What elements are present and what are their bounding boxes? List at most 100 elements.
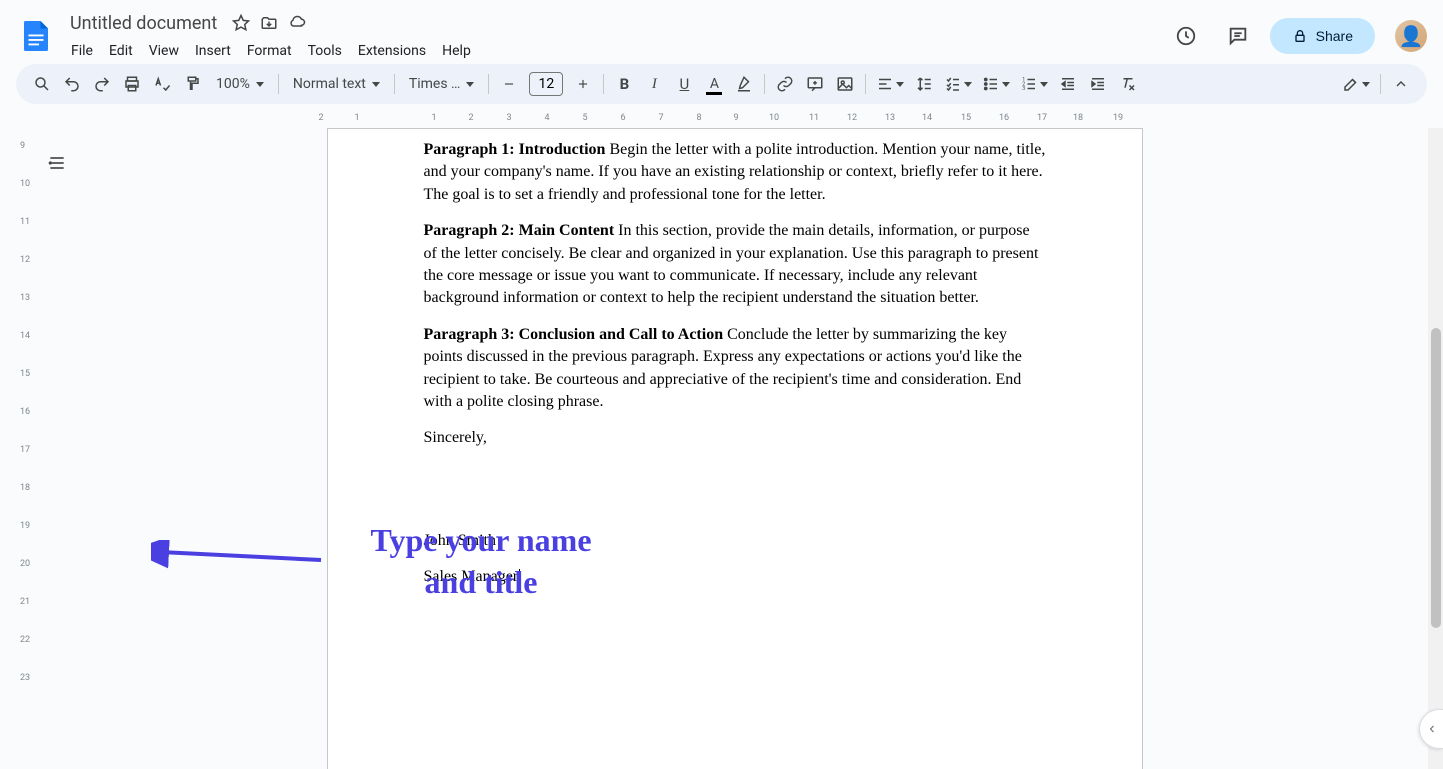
ruler-tick: 11 bbox=[20, 217, 30, 227]
bold-button[interactable]: B bbox=[610, 70, 638, 98]
ruler-tick: 1 bbox=[354, 113, 359, 123]
move-icon[interactable] bbox=[259, 13, 279, 33]
ruler-tick: 19 bbox=[1113, 113, 1123, 123]
ruler-tick: 13 bbox=[885, 113, 895, 123]
ruler-tick: 15 bbox=[961, 113, 971, 123]
share-button[interactable]: Share bbox=[1270, 18, 1375, 54]
insert-link-button[interactable] bbox=[771, 70, 799, 98]
ruler-tick: 3 bbox=[506, 113, 511, 123]
share-label: Share bbox=[1316, 28, 1353, 44]
ruler-tick: 16 bbox=[999, 113, 1009, 123]
menu-file[interactable]: File bbox=[64, 39, 100, 63]
ruler-tick: 18 bbox=[20, 483, 30, 493]
insert-image-button[interactable] bbox=[831, 70, 859, 98]
ruler-tick: 6 bbox=[620, 113, 625, 123]
menu-view[interactable]: View bbox=[142, 39, 186, 63]
lock-icon bbox=[1292, 28, 1308, 44]
user-avatar[interactable]: 👤 bbox=[1395, 20, 1427, 52]
signature-name[interactable]: John Smith bbox=[424, 530, 1046, 552]
italic-button[interactable]: I bbox=[640, 70, 668, 98]
docs-logo[interactable] bbox=[16, 16, 56, 56]
paint-format-icon[interactable] bbox=[178, 70, 206, 98]
ruler-tick: 11 bbox=[809, 113, 819, 123]
menu-help[interactable]: Help bbox=[435, 39, 478, 63]
cloud-status-icon[interactable] bbox=[287, 13, 307, 33]
checklist-button[interactable] bbox=[940, 70, 976, 98]
paragraph-3[interactable]: Paragraph 3: Conclusion and Call to Acti… bbox=[424, 324, 1046, 414]
chevron-down-icon bbox=[1002, 82, 1010, 87]
ruler-tick: 23 bbox=[20, 673, 30, 683]
star-icon[interactable] bbox=[231, 13, 251, 33]
underline-button[interactable]: U bbox=[670, 70, 698, 98]
ruler-tick: 4 bbox=[544, 113, 549, 123]
ruler-tick: 14 bbox=[922, 113, 932, 123]
decrease-font-size-button[interactable] bbox=[495, 70, 523, 98]
ruler-tick: 8 bbox=[696, 113, 701, 123]
menubar: File Edit View Insert Format Tools Exten… bbox=[64, 39, 1166, 63]
chevron-down-icon bbox=[1362, 82, 1370, 87]
increase-indent-button[interactable] bbox=[1084, 70, 1112, 98]
font-family-select[interactable]: Times … bbox=[401, 70, 483, 98]
comments-icon[interactable] bbox=[1218, 16, 1258, 56]
chevron-down-icon bbox=[896, 82, 904, 87]
vertical-scrollbar[interactable] bbox=[1428, 128, 1443, 769]
ruler-tick: 7 bbox=[658, 113, 663, 123]
menu-insert[interactable]: Insert bbox=[188, 39, 238, 63]
search-menus-icon[interactable] bbox=[28, 70, 56, 98]
zoom-select[interactable]: 100% bbox=[208, 70, 272, 98]
print-icon[interactable] bbox=[118, 70, 146, 98]
paragraph-style-select[interactable]: Normal text bbox=[285, 70, 388, 98]
app-header: Untitled document File Edit View Insert … bbox=[0, 0, 1443, 64]
bulleted-list-button[interactable] bbox=[978, 70, 1014, 98]
align-button[interactable] bbox=[872, 70, 908, 98]
line-spacing-button[interactable] bbox=[910, 70, 938, 98]
ruler-tick: 15 bbox=[20, 369, 30, 379]
add-comment-button[interactable] bbox=[801, 70, 829, 98]
document-page[interactable]: Paragraph 1: Introduction Begin the lett… bbox=[327, 128, 1143, 769]
ruler-tick: 5 bbox=[582, 113, 587, 123]
ruler-tick: 16 bbox=[20, 407, 30, 417]
document-canvas[interactable]: Paragraph 1: Introduction Begin the lett… bbox=[41, 128, 1428, 769]
ruler-tick: 14 bbox=[20, 331, 30, 341]
vertical-ruler[interactable]: 91011121314151617181920212223 bbox=[0, 128, 41, 769]
paragraph-2[interactable]: Paragraph 2: Main Content In this sectio… bbox=[424, 220, 1046, 310]
highlight-color-button[interactable] bbox=[730, 70, 758, 98]
menu-edit[interactable]: Edit bbox=[102, 39, 140, 63]
document-outline-button[interactable] bbox=[42, 148, 72, 178]
redo-icon[interactable] bbox=[88, 70, 116, 98]
scrollbar-thumb[interactable] bbox=[1431, 328, 1441, 628]
collapse-toolbar-icon[interactable] bbox=[1387, 70, 1415, 98]
chevron-down-icon bbox=[256, 82, 264, 87]
toolbar: 100% Normal text Times … 12 B I U A 123 bbox=[16, 64, 1427, 104]
spellcheck-icon[interactable] bbox=[148, 70, 176, 98]
menu-extensions[interactable]: Extensions bbox=[351, 39, 433, 63]
ruler-tick: 17 bbox=[1037, 113, 1047, 123]
history-icon[interactable] bbox=[1166, 16, 1206, 56]
closing-line[interactable]: Sincerely, bbox=[424, 427, 1046, 449]
ruler-tick: 10 bbox=[769, 113, 779, 123]
chevron-down-icon bbox=[466, 82, 474, 87]
menu-format[interactable]: Format bbox=[240, 39, 299, 63]
ruler-tick: 21 bbox=[20, 597, 30, 607]
signature-title[interactable]: Sales Manager bbox=[424, 566, 1046, 588]
paragraph-1[interactable]: Paragraph 1: Introduction Begin the lett… bbox=[424, 129, 1046, 206]
ruler-tick: 10 bbox=[20, 179, 30, 189]
editing-mode-button[interactable] bbox=[1338, 70, 1374, 98]
text-color-button[interactable]: A bbox=[700, 70, 728, 98]
ruler-tick: 9 bbox=[733, 113, 738, 123]
menu-tools[interactable]: Tools bbox=[301, 39, 349, 63]
increase-font-size-button[interactable] bbox=[569, 70, 597, 98]
horizontal-ruler[interactable]: 2112345678910111213141516171819 bbox=[0, 112, 1443, 128]
ruler-tick: 2 bbox=[468, 113, 473, 123]
font-size-input[interactable]: 12 bbox=[529, 72, 563, 96]
numbered-list-button[interactable]: 123 bbox=[1016, 70, 1052, 98]
clear-formatting-button[interactable] bbox=[1114, 70, 1142, 98]
document-title[interactable]: Untitled document bbox=[64, 11, 223, 36]
ruler-tick: 12 bbox=[847, 113, 857, 123]
chevron-down-icon bbox=[964, 82, 972, 87]
arrow-icon bbox=[151, 540, 331, 580]
ruler-tick: 9 bbox=[20, 141, 25, 151]
title-area: Untitled document File Edit View Insert … bbox=[64, 9, 1166, 63]
undo-icon[interactable] bbox=[58, 70, 86, 98]
decrease-indent-button[interactable] bbox=[1054, 70, 1082, 98]
